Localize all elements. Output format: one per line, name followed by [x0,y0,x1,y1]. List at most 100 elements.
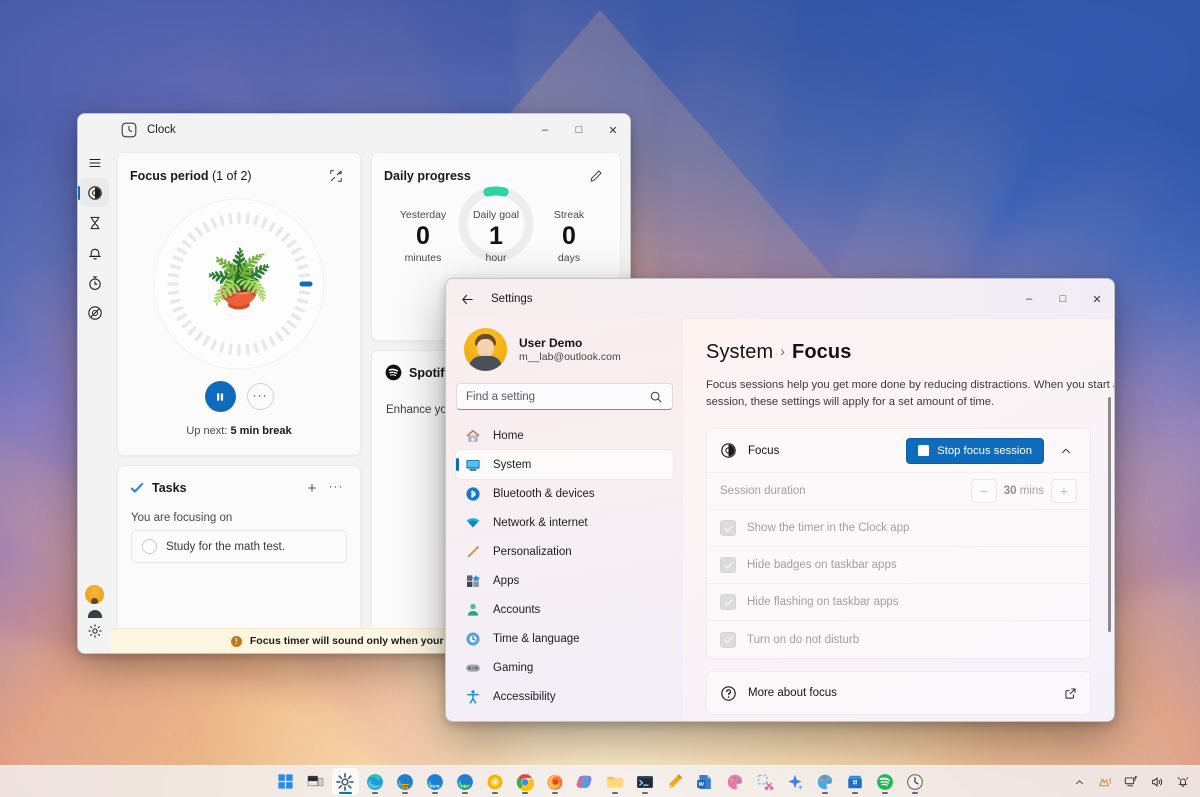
firefox-nightly-icon[interactable] [482,768,509,795]
spotify-taskbar-icon[interactable] [872,768,899,795]
pause-button[interactable] [205,381,236,412]
notification-bell-icon[interactable] [1172,770,1194,794]
taskbar-icons[interactable]: CAN BETA DEV W [270,768,930,795]
focus-timer-dial[interactable]: 🪴 [153,198,325,370]
snipping-tool-icon[interactable] [752,768,779,795]
paint-icon[interactable] [722,768,749,795]
copilot-sparkle-icon[interactable] [782,768,809,795]
taskbar[interactable]: CAN BETA DEV W [0,765,1200,797]
settings-app-window[interactable]: Settings – □ ✕ User Demo m__lab@outlook.… [445,278,1115,722]
sidebar-item-system[interactable]: System [456,450,673,479]
sidebar-item-home[interactable]: Home [456,421,673,450]
sidebar-item-focus-sessions[interactable] [80,178,109,207]
stat-unit: days [534,252,604,264]
settings-minimize-button[interactable]: – [1012,284,1046,314]
expand-compact-icon[interactable] [324,164,348,188]
clock-taskbar-icon[interactable] [902,768,929,795]
clock-settings-gear-icon[interactable] [80,616,109,645]
chevron-up-icon[interactable] [1055,440,1077,462]
sidebar-item-stopwatch[interactable] [80,268,109,297]
task-complete-radio[interactable] [142,539,157,554]
file-explorer-icon[interactable] [602,768,629,795]
chrome-icon[interactable] [512,768,539,795]
clock-sidebar[interactable] [78,146,111,653]
sidebar-item-bluetooth-devices[interactable]: Bluetooth & devices [456,479,673,508]
sidebar-item-personalization[interactable]: Personalization [456,537,673,566]
onedrive-icon[interactable] [1094,770,1116,794]
settings-nav-list[interactable]: Home System Bluetooth & devices Network & i… [456,421,673,711]
checkbox[interactable] [720,632,736,648]
list-item[interactable]: Study for the math test. [131,530,347,563]
checkbox[interactable] [720,594,736,610]
sidebar-item-alarm[interactable] [80,238,109,267]
firefox-icon[interactable] [542,768,569,795]
settings-close-button[interactable]: ✕ [1080,284,1114,314]
sidebar-item-accessibility[interactable]: Accessibility [456,682,673,711]
back-arrow-icon[interactable] [454,286,481,313]
microsoft-store-icon[interactable] [842,768,869,795]
search-icon[interactable] [649,390,663,404]
add-task-button[interactable]: + [300,476,324,500]
sidebar-item-world-clock[interactable] [80,298,109,327]
word-icon[interactable]: W [692,768,719,795]
clock-account-avatar[interactable] [85,585,104,604]
notepad-icon[interactable] [662,768,689,795]
sidebar-item-timer[interactable] [80,208,109,237]
settings-body: User Demo m__lab@outlook.com HomeSystemB… [446,319,1114,721]
search-input[interactable] [466,391,649,403]
more-about-panel[interactable]: More about focus [706,671,1091,715]
quantity-stepper[interactable]: − 30 mins + [971,479,1077,503]
open-external-icon[interactable] [1064,687,1077,700]
terminal-icon[interactable] [632,768,659,795]
sidebar-item-network-internet[interactable]: Network & internet [456,508,673,537]
settings-maximize-button[interactable]: □ [1046,284,1080,314]
tasks-more-button[interactable]: ··· [324,476,348,500]
settings-titlebar[interactable]: Settings – □ ✕ [446,279,1114,319]
sidebar-item-apps[interactable]: Apps [456,566,673,595]
edge-canary-icon[interactable]: CAN [392,768,419,795]
hamburger-icon[interactable] [80,148,109,177]
scrollbar[interactable] [1108,397,1111,632]
more-about-focus-row[interactable]: More about focus [707,672,1090,714]
checkbox[interactable] [720,557,736,573]
sidebar-item-label: Apps [493,575,519,587]
account-email: m__lab@outlook.com [519,351,621,363]
dial-tick [255,216,257,224]
settings-icon[interactable] [332,768,359,795]
account-card[interactable]: User Demo m__lab@outlook.com [456,319,673,380]
focus-option-row[interactable]: Hide flashing on taskbar apps [707,584,1090,621]
sidebar-item-gaming[interactable]: Gaming [456,653,673,682]
task-view-icon[interactable] [302,768,329,795]
focus-panel-header-row: Focus Stop focus session [707,429,1090,473]
show-hidden-icons-chevron[interactable] [1068,770,1090,794]
clock-close-button[interactable]: ✕ [596,115,630,145]
system-tray[interactable] [1068,766,1194,797]
duration-decrease-button[interactable]: − [971,479,997,503]
settings-sidebar[interactable]: User Demo m__lab@outlook.com Home System B… [446,319,683,721]
search-box[interactable] [456,383,673,410]
focus-period-title-text: Focus period [130,169,208,183]
breadcrumb-parent[interactable]: System [706,341,773,363]
focus-option-row[interactable]: Hide badges on taskbar apps [707,547,1090,584]
pencil-icon[interactable] [584,164,608,188]
network-icon[interactable] [1120,770,1142,794]
edge-dev-channel-icon[interactable] [362,768,389,795]
focus-more-options-button[interactable]: ··· [247,383,274,410]
edge-dev-icon[interactable]: DEV [452,768,479,795]
clock-maximize-button[interactable]: □ [562,115,596,145]
start-icon[interactable] [272,768,299,795]
edge-beta-icon[interactable]: BETA [422,768,449,795]
focus-option-row[interactable]: Show the timer in the Clock app [707,510,1090,547]
sidebar-item-time-language[interactable]: Time & language [456,624,673,653]
paint-3d-icon[interactable] [812,768,839,795]
clock-titlebar[interactable]: Clock – □ ✕ [78,114,630,146]
checkbox[interactable] [720,520,736,536]
focus-option-row[interactable]: Turn on do not disturb [707,621,1090,658]
copilot-icon[interactable] [572,768,599,795]
duration-increase-button[interactable]: + [1051,479,1077,503]
stop-focus-session-button[interactable]: Stop focus session [906,438,1044,464]
clock-minimize-button[interactable]: – [528,115,562,145]
clock-app-title: Clock [147,124,176,136]
sidebar-item-accounts[interactable]: Accounts [456,595,673,624]
volume-icon[interactable] [1146,770,1168,794]
